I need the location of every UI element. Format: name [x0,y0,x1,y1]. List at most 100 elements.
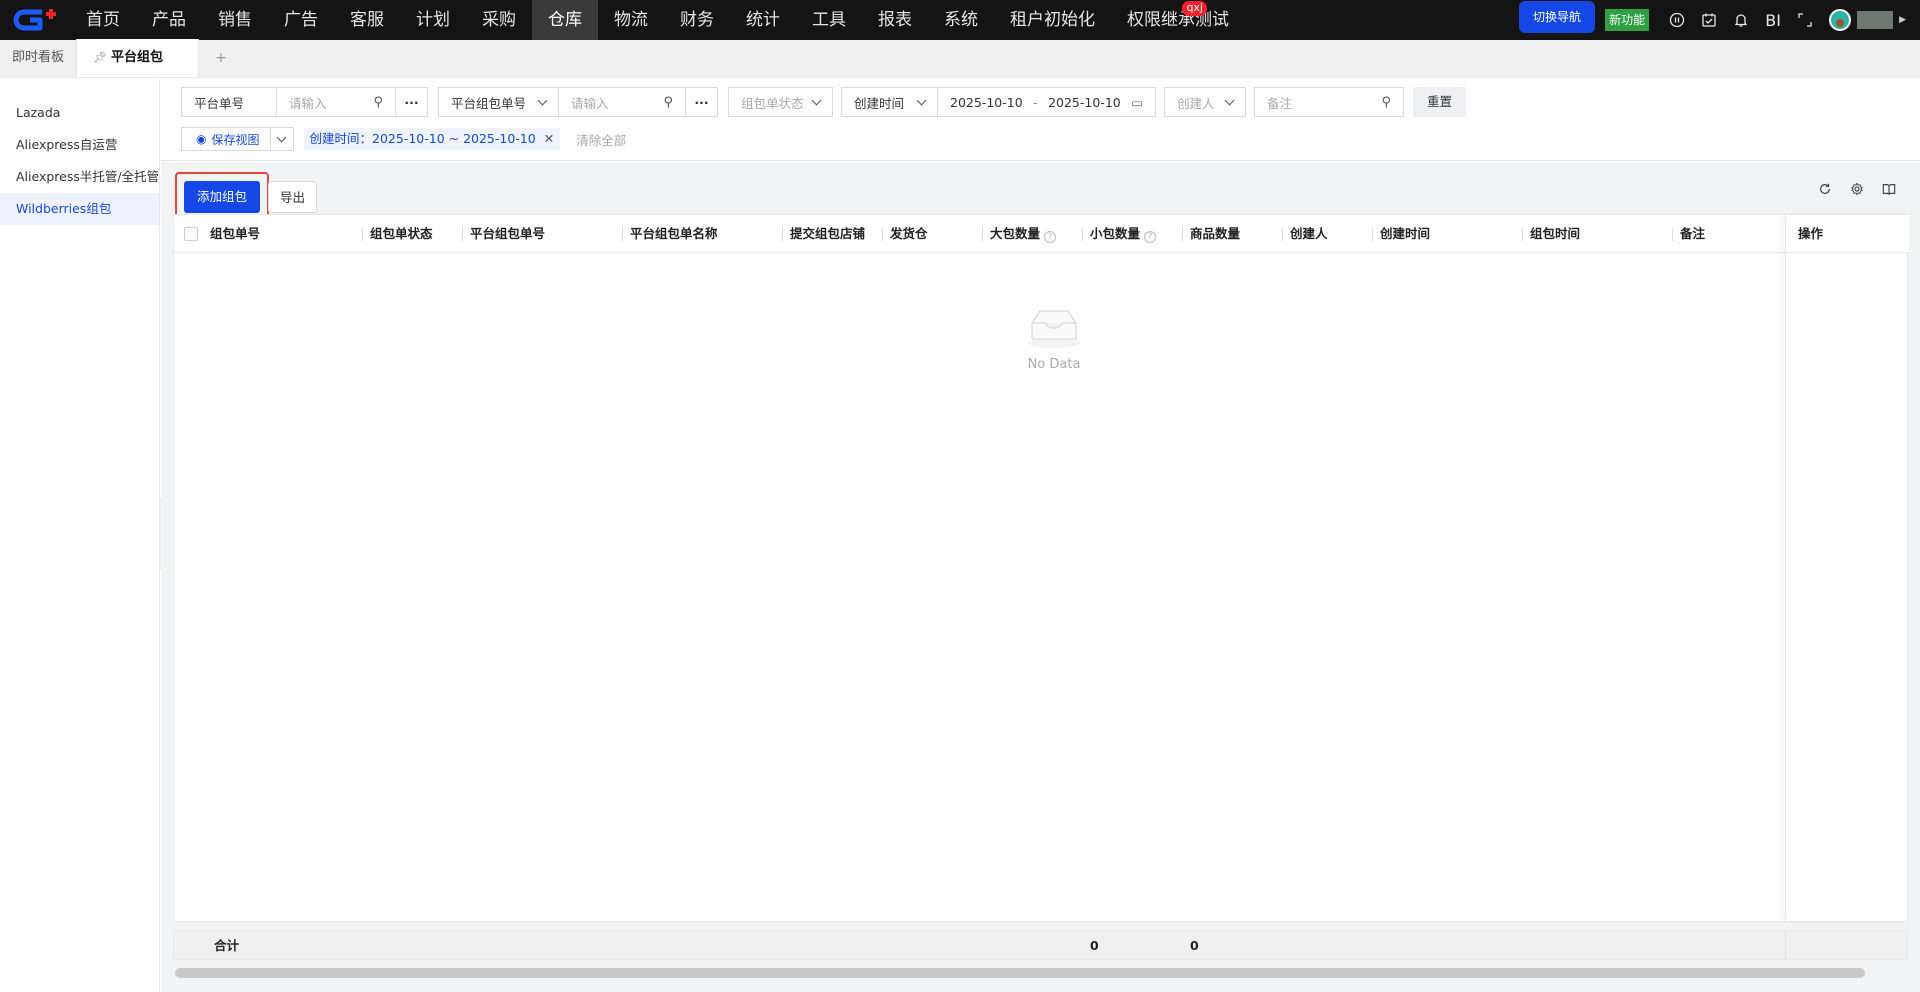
tab-dashboard[interactable]: 即时看板 [0,39,76,77]
end-date[interactable]: 2025-10-10 [1048,95,1121,110]
sidebar-item-aliexpress-self[interactable]: Aliexpress自运营 [0,129,159,161]
pack-status-placeholder: 组包单状态 [741,95,804,111]
pack-status-select[interactable]: 组包单状态 [728,87,833,117]
search-icon[interactable]: ⚲ [373,95,383,110]
reset-button[interactable]: 重置 [1413,87,1467,117]
save-view-toggle[interactable] [271,128,293,150]
column-header-remark[interactable]: 备注 [1672,215,1705,253]
big-pack-total: 0 [1090,938,1099,953]
nav-item-10[interactable]: 统计 [730,0,796,40]
nav-item-0[interactable]: 首页 [70,0,136,40]
clear-all-link[interactable]: 清除全部 [576,130,626,149]
start-date[interactable]: 2025-10-10 [950,95,1023,110]
select-all-checkbox[interactable] [184,227,198,241]
column-header-pack-time[interactable]: 组包时间 [1522,215,1580,253]
help-icon[interactable]: ? [1044,231,1057,243]
column-header-label: 小包数量 [1090,226,1141,241]
main-content: 添加组包 导出 组包单号 组包单状态 平台组包单号 平台组包单名称 提交组包店铺… [161,162,1920,992]
sidebar-item-lazada[interactable]: Lazada [0,97,159,129]
nav-item-3[interactable]: 广告 [268,0,334,40]
chevron-down-icon [537,95,548,105]
nav-item-label: 广告 [284,10,318,30]
column-header-pack-no[interactable]: 组包单号 [210,215,260,253]
column-header-platform-pack-name[interactable]: 平台组包单名称 [622,215,718,253]
close-icon[interactable]: ✕ [544,131,554,146]
column-header-platform-pack-no[interactable]: 平台组包单号 [462,215,545,253]
remark-input[interactable]: 备注 ⚲ [1254,87,1404,117]
save-view-button[interactable]: ◉ 保存视图 [182,128,271,150]
platform-order-input[interactable]: 请输入 ⚲ [277,88,395,116]
column-header-creator[interactable]: 创建人 [1282,215,1328,253]
task-icon[interactable] [1693,0,1725,40]
platform-pack-order-input[interactable]: 请输入 ⚲ [559,88,685,116]
column-header-big-pack-qty[interactable]: 大包数量? [982,215,1057,253]
nav-item-9[interactable]: 财务 [664,0,730,40]
platform-pack-order-filter: 平台组包单号 请输入 ⚲ ··· [438,87,718,117]
add-tab-button[interactable]: + [199,39,243,77]
bell-icon[interactable] [1725,0,1757,40]
new-feature-button[interactable]: 新功能 [1605,9,1650,31]
date-separator: - [1033,94,1038,110]
more-options-button[interactable]: ··· [685,88,717,116]
table-summary-row: 合计 0 0 [173,930,1908,960]
date-range-picker[interactable]: 2025-10-10 - 2025-10-10 ▭ [938,88,1155,116]
search-icon[interactable]: ⚲ [663,95,673,110]
platform-order-placeholder: 请输入 [289,95,327,111]
avatar[interactable] [1829,9,1852,31]
fullscreen-icon[interactable] [1789,0,1821,40]
more-options-button[interactable]: ··· [395,88,427,116]
nav-item-15[interactable]: 权限继承测试 qxj [1111,0,1245,40]
search-icon[interactable]: ⚲ [1381,95,1391,110]
column-header-product-qty[interactable]: 商品数量 [1182,215,1240,253]
platform-order-label: 平台单号 [182,88,277,116]
sidebar-item-wildberries[interactable]: Wildberries组包 [0,193,159,225]
nav-item-6[interactable]: 采购 [466,0,532,40]
calendar-icon[interactable]: ▭ [1131,95,1143,110]
help-icon[interactable] [1661,0,1693,40]
nav-item-label: 计划 [416,10,450,30]
active-filter-tag: 创建时间：2025-10-10 ~ 2025-10-10 ✕ [303,128,561,150]
column-header-small-pack-qty[interactable]: 小包数量? [1082,215,1157,253]
user-name-redacted[interactable] [1857,11,1894,29]
nav-item-11[interactable]: 工具 [796,0,862,40]
save-view-dropdown: ◉ 保存视图 [181,127,294,151]
pin-icon[interactable]: 📌︎ [93,51,107,64]
column-settings-icon[interactable] [1880,180,1898,198]
tab-platform-pack[interactable]: 📌︎ 平台组包 [76,39,199,77]
switch-nav-button[interactable]: 切换导航 [1519,1,1596,33]
nav-item-13[interactable]: 系统 [928,0,994,40]
column-header-warehouse[interactable]: 发货仓 [882,215,928,253]
refresh-icon[interactable] [1816,180,1834,198]
remark-placeholder: 备注 [1267,95,1293,111]
sidebar-item-aliexpress-managed[interactable]: Aliexpress半托管/全托管 [0,161,159,193]
nav-item-8[interactable]: 物流 [598,0,664,40]
nav-item-14[interactable]: 租户初始化 [994,0,1111,40]
nav-item-2[interactable]: 销售 [202,0,268,40]
column-header-submit-store[interactable]: 提交组包店铺 [782,215,865,253]
column-header-label: 平台组包单名称 [630,226,718,241]
column-header-pack-status[interactable]: 组包单状态 [362,215,433,253]
nav-item-1[interactable]: 产品 [136,0,202,40]
nav-item-4[interactable]: 客服 [334,0,400,40]
nav-item-5[interactable]: 计划 [400,0,466,40]
view-row: ◉ 保存视图 创建时间：2025-10-10 ~ 2025-10-10 ✕ 清除全部 [181,127,626,151]
help-icon[interactable]: ? [1144,231,1157,243]
creator-select[interactable]: 创建人 [1164,87,1246,117]
nav-item-7[interactable]: 仓库 [532,0,598,40]
platform-pack-order-select[interactable]: 平台组包单号 [439,88,559,116]
small-pack-total: 0 [1190,938,1199,953]
column-header-label: 创建人 [1290,226,1328,241]
nav-item-12[interactable]: 报表 [862,0,928,40]
horizontal-scrollbar[interactable] [175,968,1865,978]
add-pack-button[interactable]: 添加组包 [184,181,261,213]
export-button[interactable]: 导出 [268,181,318,213]
logo[interactable] [0,0,70,40]
caret-down-icon[interactable]: ▶ [1899,15,1906,25]
settings-icon[interactable] [1848,180,1866,198]
nav-item-label: 首页 [86,10,120,30]
created-time-select[interactable]: 创建时间 [842,88,938,116]
column-header-created-time[interactable]: 创建时间 [1372,215,1430,253]
platform-pack-order-label: 平台组包单号 [451,95,527,111]
column-header-label: 发货仓 [890,226,928,241]
bi-button[interactable]: BI [1757,11,1789,30]
